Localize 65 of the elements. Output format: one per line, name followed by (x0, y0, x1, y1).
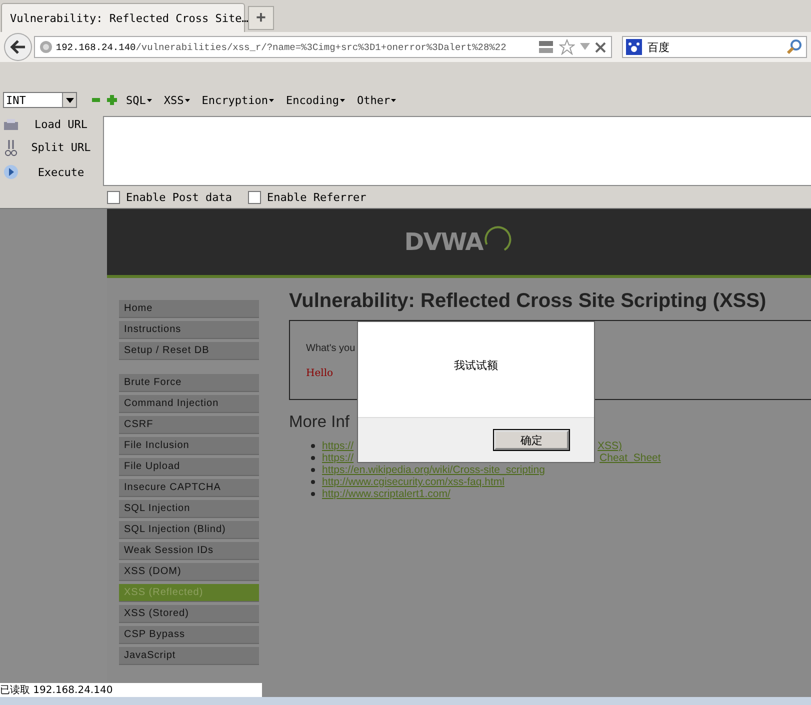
server-icon (538, 40, 554, 54)
caret-icon (268, 98, 274, 102)
bullet-icon (311, 480, 315, 484)
back-button[interactable] (4, 33, 32, 61)
url-textarea[interactable] (103, 116, 811, 186)
checkbox[interactable] (107, 190, 120, 204)
printer-icon (3, 118, 19, 132)
plus-icon[interactable] (107, 95, 117, 105)
minus-icon[interactable] (91, 95, 101, 105)
hackbar-menu[interactable]: Encoding (282, 94, 348, 106)
section-heading: More Inf (289, 413, 350, 432)
paw-icon (626, 39, 642, 55)
dvwa-logo: DVWA (404, 228, 483, 256)
menu-item[interactable]: XSS (DOM) (119, 563, 259, 581)
back-arrow-icon (10, 40, 26, 54)
globe-icon (38, 40, 53, 54)
hackbar-action[interactable]: Split URL (0, 138, 103, 157)
bullet-icon (311, 468, 315, 472)
search-field[interactable]: 百度 (622, 36, 807, 58)
checkbox[interactable] (248, 190, 261, 204)
caret-icon (184, 98, 190, 102)
close-icon[interactable] (594, 42, 606, 52)
play-icon (3, 164, 19, 180)
checkbox-label: Enable Referrer (266, 190, 366, 204)
hackbar-menu[interactable]: Other (354, 94, 400, 106)
menu-item[interactable]: Insecure CAPTCHA (119, 479, 259, 497)
address-bar[interactable]: 192.168.24.140/vulnerabilities/xss_r/?name=%3Cimg+src%3D1+onerror%3Dalert%28%22 (34, 36, 612, 58)
reflected-output: Hello (306, 368, 334, 379)
caret-icon (340, 98, 345, 102)
hackbar-menu[interactable]: SQL (123, 94, 155, 106)
alert-message: 我试试额 (453, 358, 499, 374)
page-heading: Vulnerability: Reflected Cross Site Scripting (XSS) (289, 290, 768, 313)
caret-icon (146, 98, 152, 102)
form-prompt: What's you (306, 343, 356, 354)
hackbar-action[interactable]: Execute (0, 164, 103, 180)
menu-item[interactable]: File Upload (119, 458, 259, 476)
hackbar-menu[interactable]: XSS (160, 94, 193, 106)
checkbox-label: Enable Post data (126, 190, 232, 204)
hackbar-menu[interactable]: Encryption (198, 94, 277, 106)
menu-item[interactable]: SQL Injection (119, 500, 259, 518)
menu-item[interactable]: Instructions (119, 321, 259, 339)
menu-item[interactable]: File Inclusion (119, 437, 259, 455)
bullet-icon (311, 492, 315, 496)
hackbar-action[interactable]: Load URL (0, 118, 103, 132)
menu-item[interactable]: Command Injection (119, 395, 259, 413)
menu-item[interactable]: CSRF (119, 416, 259, 434)
dropdown-arrow-icon (66, 98, 74, 102)
menu-item[interactable]: Home (119, 300, 259, 318)
menu-item[interactable]: SQL Injection (Blind) (119, 521, 259, 539)
ok-button[interactable]: 确定 (494, 430, 569, 450)
dropdown-icon[interactable] (580, 43, 590, 51)
bullet-icon (311, 456, 315, 460)
new-tab-button[interactable]: + (248, 6, 274, 30)
type-select[interactable]: INT (3, 92, 77, 108)
bullet-icon (311, 444, 315, 448)
scissors-icon (3, 138, 19, 157)
menu-item[interactable]: JavaScript (119, 647, 259, 665)
menu-item[interactable]: Brute Force (119, 374, 259, 392)
search-icon[interactable] (787, 39, 803, 55)
star-icon[interactable] (558, 39, 575, 55)
menu-item[interactable]: XSS (Stored) (119, 605, 259, 623)
menu-item[interactable]: Weak Session IDs (119, 542, 259, 560)
menu-item[interactable]: Setup / Reset DB (119, 342, 259, 360)
menu-item[interactable]: CSP Bypass (119, 626, 259, 644)
caret-icon (391, 98, 396, 102)
